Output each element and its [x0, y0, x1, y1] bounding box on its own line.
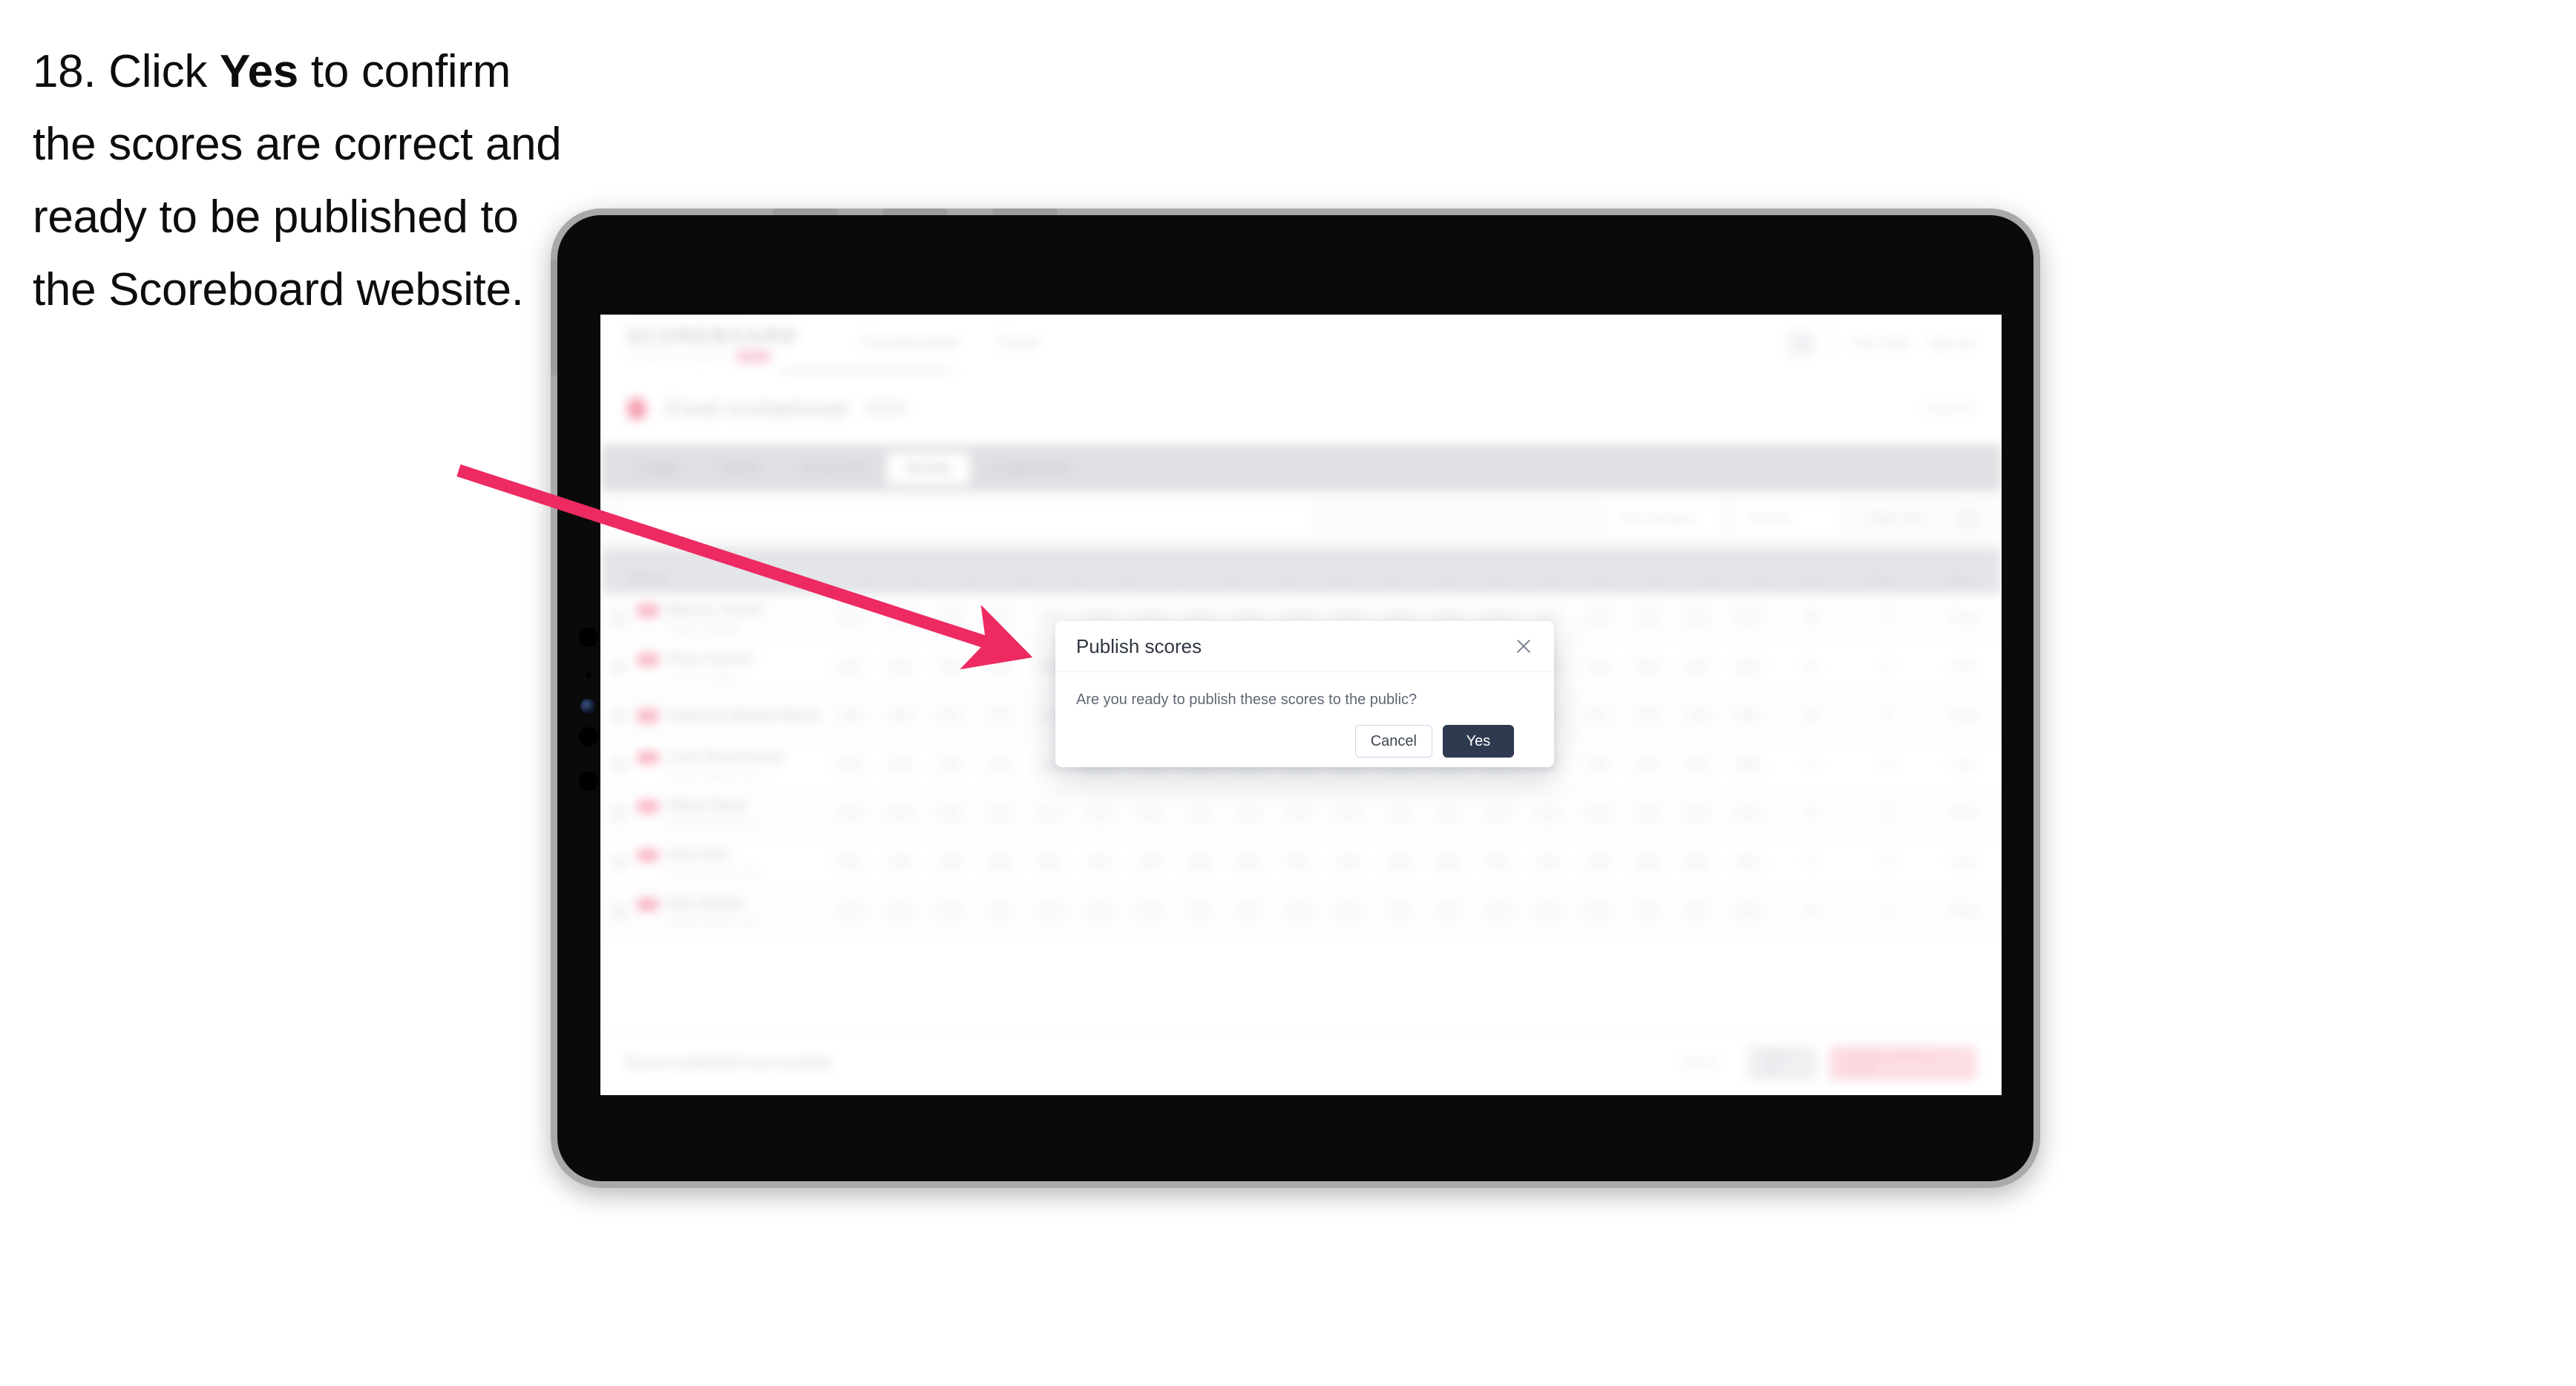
slide-canvas: 18. Click Yes to confirm the scores are … — [0, 0, 2576, 1386]
device-volume-rocker — [551, 260, 557, 375]
sensor-dot-icon — [586, 672, 591, 678]
device-button-top-2 — [882, 208, 948, 215]
step-number: 18. — [33, 46, 96, 97]
dialog-message: Are you ready to publish these scores to… — [1076, 692, 1418, 708]
dialog-header: Publish scores — [1055, 621, 1554, 672]
device-button-top-3 — [992, 208, 1058, 215]
instruction-emphasis: Yes — [219, 46, 298, 97]
camera-lens-secondary-icon — [579, 727, 598, 746]
camera-lens-icon — [579, 628, 598, 647]
instruction-text: 18. Click Yes to confirm the scores are … — [33, 36, 567, 326]
flash-icon — [579, 772, 598, 791]
publish-scores-dialog: Publish scores Are you ready to publish … — [1055, 621, 1554, 767]
dialog-body: Are you ready to publish these scores to… — [1055, 672, 1554, 758]
instruction-before: Click — [108, 46, 220, 97]
dialog-title: Publish scores — [1076, 634, 1202, 657]
front-camera-icon — [580, 699, 595, 714]
device-screen: SCOREBOARD Competition Management BETA C… — [600, 315, 2002, 1095]
device-button-top-1 — [773, 208, 838, 215]
tablet-device: SCOREBOARD Competition Management BETA C… — [551, 208, 2040, 1188]
close-icon[interactable] — [1513, 635, 1535, 657]
dialog-actions: Cancel Yes — [1076, 709, 1533, 758]
cancel-button[interactable]: Cancel — [1354, 725, 1432, 758]
yes-button[interactable]: Yes — [1443, 725, 1514, 758]
